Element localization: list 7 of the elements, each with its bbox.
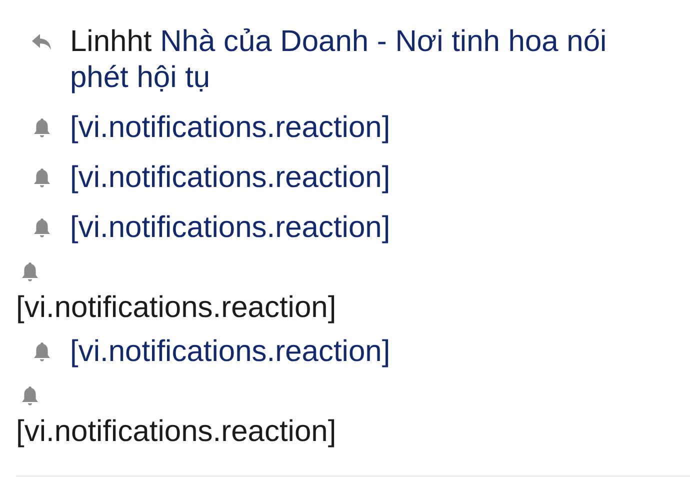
notification-link[interactable]: [vi.notifications.reaction] bbox=[70, 211, 390, 244]
notification-text: [vi.notifications.reaction] bbox=[16, 415, 336, 448]
notification-text: [vi.notifications.reaction] bbox=[16, 291, 336, 324]
notification-link[interactable]: [vi.notifications.reaction] bbox=[70, 111, 390, 144]
notification-text: Linhht Nhà của Doanh - Nơi tinh hoa nói phét hội tụ bbox=[70, 24, 608, 96]
notification-link[interactable]: [vi.notifications.reaction] bbox=[70, 161, 390, 194]
notification-link[interactable]: [vi.notifications.reaction] bbox=[70, 335, 390, 368]
